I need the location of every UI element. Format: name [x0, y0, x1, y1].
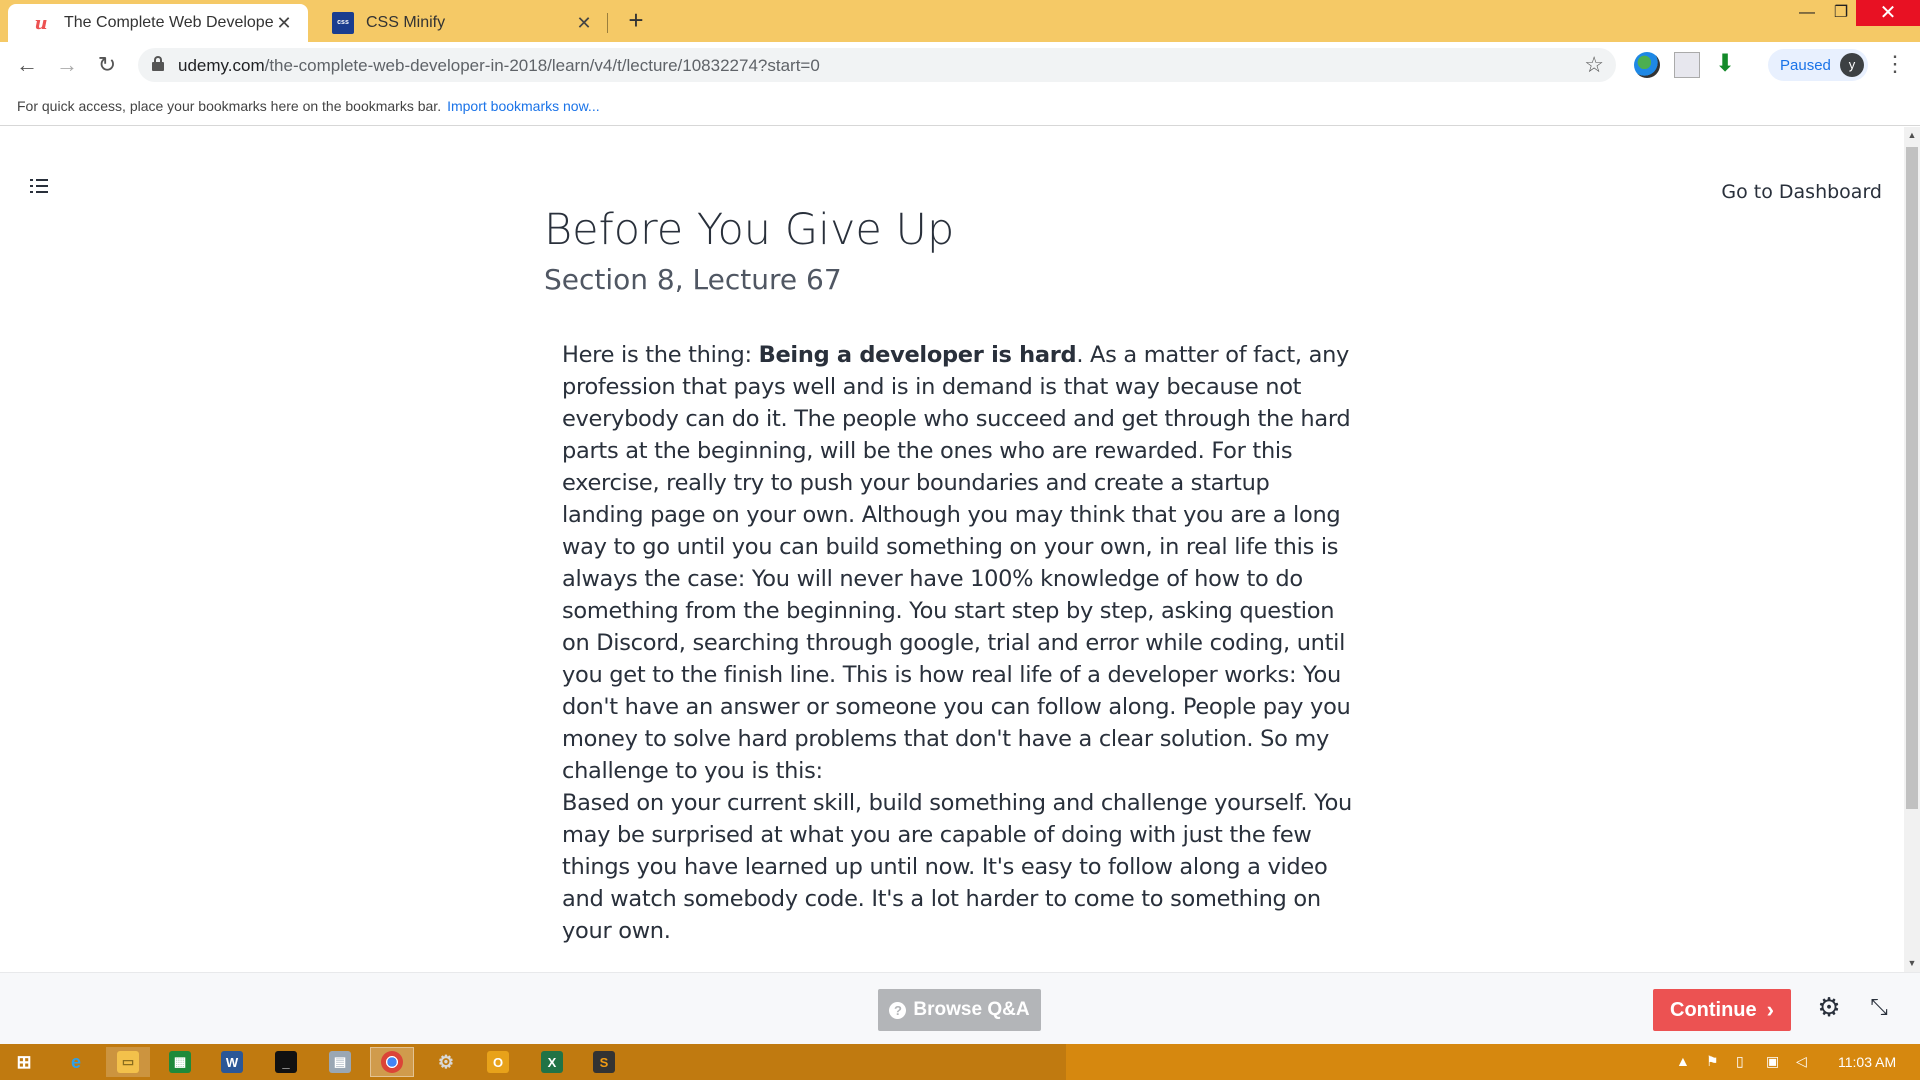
go-to-dashboard-link[interactable]: Go to Dashboard [1721, 181, 1882, 203]
network-icon[interactable]: ▣ [1766, 1053, 1779, 1070]
address-bar[interactable]: udemy.com/the-complete-web-developer-in-… [138, 48, 1616, 82]
start-icon[interactable]: ⊞ [2, 1047, 46, 1077]
power-icon[interactable]: ▯ [1736, 1053, 1744, 1070]
file-explorer-icon[interactable]: ▭ [106, 1047, 150, 1077]
import-bookmarks-link[interactable]: Import bookmarks now... [447, 98, 600, 114]
window-close-button[interactable]: ✕ [1856, 0, 1920, 26]
tab-title: The Complete Web Developer in [64, 14, 274, 31]
volume-icon[interactable]: ◁ [1796, 1053, 1807, 1070]
chrome-icon[interactable] [370, 1047, 414, 1077]
article-paragraph: Here is the thing: Being a developer is … [562, 342, 1351, 784]
gear-icon[interactable]: ⚙ [1815, 993, 1843, 1021]
excel-icon[interactable]: X [530, 1047, 574, 1077]
internet-explorer-icon[interactable]: e [54, 1047, 98, 1077]
terminal-icon[interactable]: _ [264, 1047, 308, 1077]
browse-qa-label: Browse Q&A [913, 999, 1030, 1020]
continue-button[interactable]: Continue › [1653, 989, 1791, 1031]
profile-status: Paused [1780, 57, 1831, 74]
browse-qa-button[interactable]: ? Browse Q&A [878, 989, 1041, 1031]
lecture-article: Here is the thing: Being a developer is … [562, 339, 1352, 947]
curriculum-list-icon[interactable] [30, 179, 50, 197]
udemy-icon: u [34, 12, 48, 34]
windows-taskbar: ⊞ e ▭ ▦ W _ ▤ ⚙ O X S ▲ ⚑ ▯ ▣ ◁ 11:03 AM [0, 1044, 1920, 1080]
lecture-subtitle: Section 8, Lecture 67 [544, 263, 842, 296]
back-button[interactable]: ← [12, 50, 42, 80]
question-icon: ? [889, 1001, 907, 1019]
continue-label: Continue [1670, 998, 1757, 1021]
scroll-down-arrow-icon[interactable]: ▼ [1904, 955, 1920, 972]
sublime-icon[interactable]: S [582, 1047, 626, 1077]
emphasis-text: Being a developer is hard [758, 342, 1077, 368]
url-text[interactable]: udemy.com/the-complete-web-developer-in-… [178, 56, 820, 76]
flag-icon[interactable]: ⚑ [1706, 1053, 1719, 1070]
lecture-footer: ? Browse Q&A Continue › ⚙ ⤡ [0, 972, 1920, 1044]
css-minify-icon: css [332, 12, 354, 34]
tab-udemy[interactable]: u The Complete Web Developer in ✕ [8, 4, 308, 42]
app-icon[interactable]: ▤ [318, 1047, 362, 1077]
close-icon[interactable]: ✕ [574, 13, 594, 34]
bookmark-star-icon[interactable]: ☆ [1584, 52, 1604, 78]
scroll-up-arrow-icon[interactable]: ▲ [1904, 127, 1920, 144]
tab-css-minify[interactable]: css CSS Minify ✕ [310, 4, 608, 42]
extension-globe-icon[interactable] [1634, 52, 1660, 78]
outlook-icon[interactable]: O [476, 1047, 520, 1077]
expand-icon[interactable]: ⤡ [1865, 993, 1893, 1021]
clock[interactable]: 11:03 AM [1838, 1054, 1896, 1070]
lecture-title: Before You Give Up [544, 205, 955, 255]
bookmarks-bar: For quick access, place your bookmarks h… [0, 88, 1920, 126]
tab-strip: u The Complete Web Developer in ✕ css CS… [0, 0, 1920, 42]
close-icon[interactable]: ✕ [274, 13, 294, 34]
browser-toolbar: ← → ↻ udemy.com/the-complete-web-develop… [0, 42, 1920, 88]
chevron-right-icon: › [1766, 997, 1774, 1022]
lecture-page: Go to Dashboard Before You Give Up Secti… [0, 127, 1904, 972]
profile-chip[interactable]: Paused y [1768, 49, 1868, 81]
forward-button[interactable]: → [52, 50, 82, 80]
extension-download-icon[interactable]: ⬇ [1712, 52, 1738, 78]
avatar: y [1840, 53, 1864, 77]
extension-pdf-icon[interactable] [1674, 52, 1700, 78]
lock-icon [152, 56, 164, 72]
scrollbar-thumb[interactable] [1906, 147, 1918, 809]
reload-button[interactable]: ↻ [92, 50, 122, 80]
bookmarks-hint: For quick access, place your bookmarks h… [17, 98, 442, 114]
tab-separator [607, 13, 608, 33]
word-icon[interactable]: W [210, 1047, 254, 1077]
store-icon[interactable]: ▦ [158, 1047, 202, 1077]
article-paragraph: Based on your current skill, build somet… [562, 790, 1352, 944]
browser-menu-icon[interactable]: ⋮ [1884, 50, 1906, 78]
tab-title: CSS Minify [366, 14, 446, 31]
new-tab-button[interactable]: + [622, 6, 650, 34]
settings-app-icon[interactable]: ⚙ [424, 1047, 468, 1077]
tray-overflow-icon[interactable]: ▲ [1676, 1053, 1690, 1069]
page-scrollbar[interactable]: ▲ ▼ [1904, 127, 1920, 972]
